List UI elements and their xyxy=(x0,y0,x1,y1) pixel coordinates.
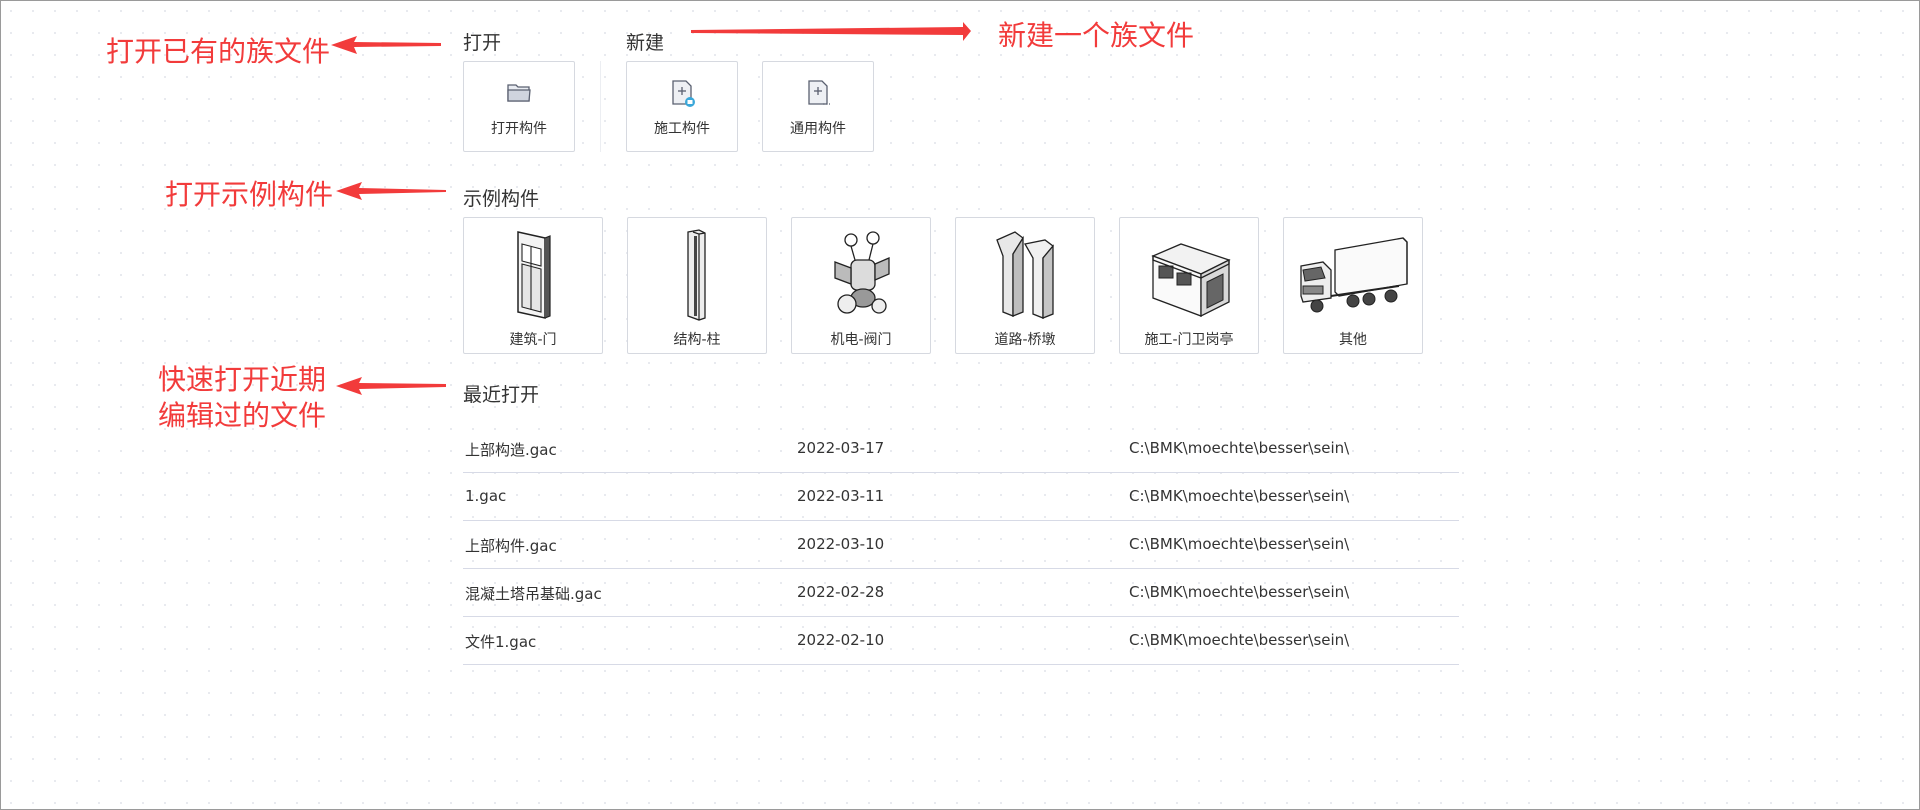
annotation-open-existing: 打开已有的族文件 xyxy=(106,35,331,68)
annotation-recent-line1: 快速打开近期 xyxy=(158,363,327,396)
folder-icon xyxy=(507,84,531,102)
sample-door-label: 建筑-门 xyxy=(509,332,557,348)
new-generic-component-button[interactable]: 通用构件 xyxy=(762,61,874,152)
new-construction-component-button[interactable]: 施工构件 xyxy=(626,61,738,152)
section-title-sample: 示例构件 xyxy=(463,188,540,210)
sample-door-card[interactable]: 建筑-门 xyxy=(463,217,603,354)
file-name: 上部构造.gac xyxy=(465,441,557,459)
file-path: C:\BMK\moechte\besser\sein\ xyxy=(1129,583,1350,601)
file-date: 2022-03-17 xyxy=(797,439,885,457)
open-component-label: 打开构件 xyxy=(491,121,547,137)
valve-icon xyxy=(834,231,890,314)
file-path: C:\BMK\moechte\besser\sein\ xyxy=(1129,631,1350,649)
sample-other-label: 其他 xyxy=(1339,332,1367,348)
section-title-recent: 最近打开 xyxy=(463,384,540,406)
annotation-recent-line2: 编辑过的文件 xyxy=(158,399,327,432)
guard-booth-icon xyxy=(1151,243,1231,318)
sample-other-card[interactable]: 其他 xyxy=(1283,217,1423,354)
annotation-recent: 快速打开近期 编辑过的文件 xyxy=(158,362,327,434)
new-construction-component-label: 施工构件 xyxy=(654,121,710,137)
file-name: 文件1.gac xyxy=(465,633,537,651)
column-icon xyxy=(687,229,706,321)
sample-guard-booth-label: 施工-门卫岗亭 xyxy=(1144,332,1234,348)
file-date: 2022-03-10 xyxy=(797,535,885,553)
construction-component-icon xyxy=(672,80,695,107)
file-path: C:\BMK\moechte\besser\sein\ xyxy=(1129,535,1350,553)
open-component-button[interactable]: 打开构件 xyxy=(463,61,575,152)
table-row[interactable]: 上部构造.gac 2022-03-17 C:\BMK\moechte\besse… xyxy=(463,425,1459,473)
sample-column-label: 结构-柱 xyxy=(673,332,721,348)
arrow-right-icon xyxy=(691,22,971,41)
file-name: 混凝土塔吊基础.gac xyxy=(465,585,602,603)
file-path: C:\BMK\moechte\besser\sein\ xyxy=(1129,439,1350,457)
section-title-new: 新建 xyxy=(626,32,665,54)
table-row[interactable]: 1.gac 2022-03-11 C:\BMK\moechte\besser\s… xyxy=(463,473,1459,521)
section-title-open: 打开 xyxy=(463,32,502,54)
truck-icon xyxy=(1300,237,1408,313)
annotation-new-family: 新建一个族文件 xyxy=(998,19,1195,52)
sample-pier-label: 道路-桥墩 xyxy=(994,332,1056,348)
file-date: 2022-03-11 xyxy=(797,487,885,505)
generic-component-icon xyxy=(808,80,830,105)
sample-guard-booth-card[interactable]: 施工-门卫岗亭 xyxy=(1119,217,1259,354)
sample-pier-card[interactable]: 道路-桥墩 xyxy=(955,217,1095,354)
sample-valve-label: 机电-阀门 xyxy=(830,332,892,348)
file-date: 2022-02-10 xyxy=(797,631,885,649)
file-date: 2022-02-28 xyxy=(797,583,885,601)
sample-column-card[interactable]: 结构-柱 xyxy=(627,217,767,354)
sample-valve-card[interactable]: 机电-阀门 xyxy=(791,217,931,354)
pier-icon xyxy=(996,231,1054,319)
file-name: 1.gac xyxy=(465,487,507,505)
table-row[interactable]: 上部构件.gac 2022-03-10 C:\BMK\moechte\besse… xyxy=(463,521,1459,569)
file-path: C:\BMK\moechte\besser\sein\ xyxy=(1129,487,1350,505)
table-row[interactable]: 文件1.gac 2022-02-10 C:\BMK\moechte\besser… xyxy=(463,617,1459,665)
arrow-left-icon xyxy=(331,36,441,54)
door-icon xyxy=(517,231,551,319)
file-name: 上部构件.gac xyxy=(465,537,557,555)
recent-files-table: 上部构造.gac 2022-03-17 C:\BMK\moechte\besse… xyxy=(463,425,1459,665)
table-row[interactable]: 混凝土塔吊基础.gac 2022-02-28 C:\BMK\moechte\be… xyxy=(463,569,1459,617)
arrow-left-icon xyxy=(336,377,446,395)
arrow-left-icon xyxy=(336,182,446,200)
section-divider xyxy=(600,61,601,152)
annotation-open-sample: 打开示例构件 xyxy=(165,178,334,211)
new-generic-component-label: 通用构件 xyxy=(790,121,846,137)
